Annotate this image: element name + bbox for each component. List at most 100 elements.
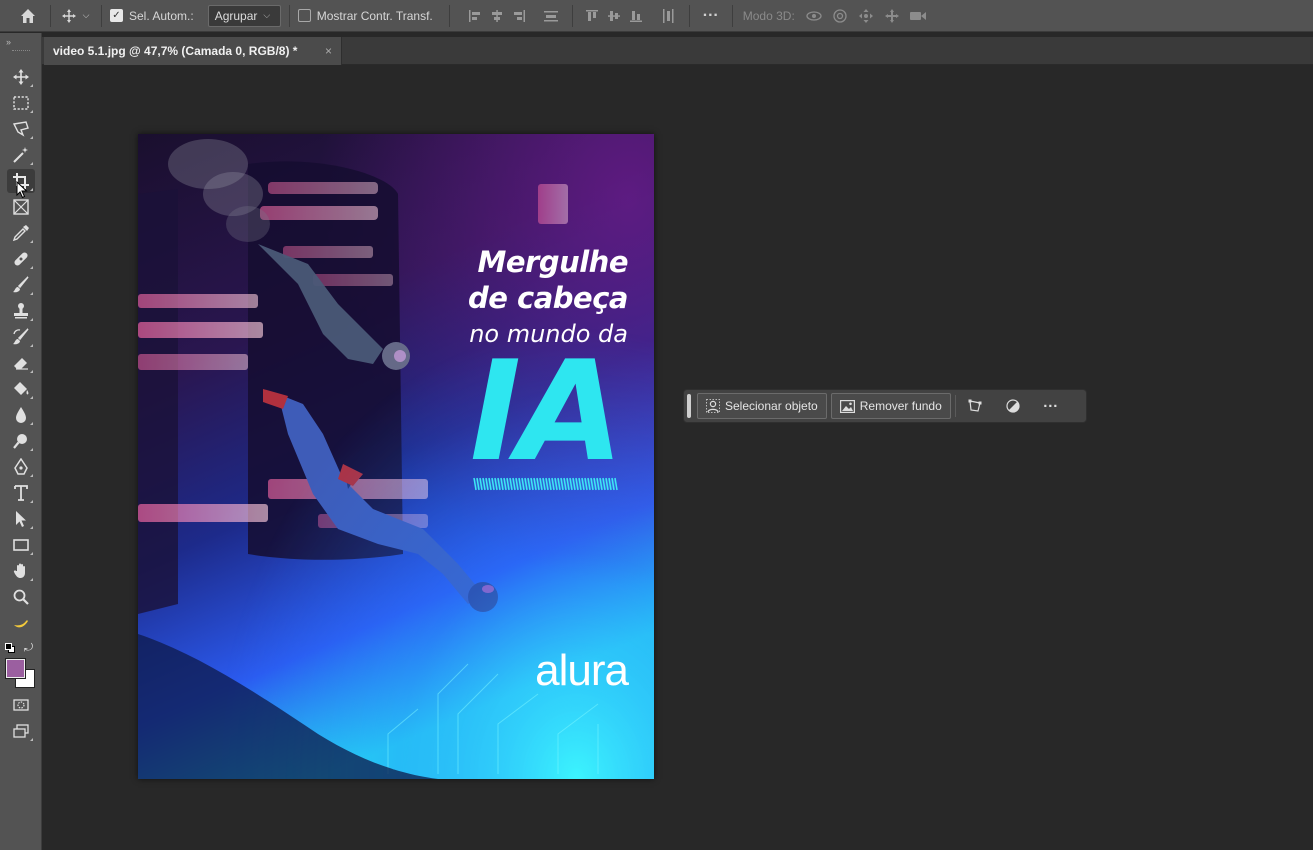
auto-select-dropdown[interactable]: Agrupar ⌵ [207, 4, 281, 27]
collapse-toolbox-icon[interactable]: ›› [6, 37, 11, 47]
drag-handle[interactable] [687, 394, 691, 418]
dodge-tool[interactable] [7, 429, 35, 453]
swap-colors-icon[interactable]: ⤾ [24, 642, 33, 655]
pen-tool[interactable] [7, 455, 35, 479]
default-colors-icon[interactable] [5, 643, 15, 653]
paint-bucket-icon [14, 382, 29, 395]
text-icon [14, 485, 28, 501]
document-tab-bar: video 5.1.jpg @ 47,7% (Camada 0, RGB/8) … [42, 37, 1313, 65]
magic-wand-icon [13, 147, 28, 163]
poster-headline-line-2: de cabeça [468, 281, 628, 315]
quick-mask-icon [13, 699, 29, 711]
distribute-horizontal-icon[interactable] [540, 2, 562, 30]
slide-3d-icon[interactable] [879, 2, 905, 30]
rectangle-tool[interactable] [7, 533, 35, 557]
frame-tool[interactable] [7, 195, 35, 219]
transform-button[interactable] [958, 393, 992, 419]
frame-icon [13, 199, 29, 215]
rect-marquee-icon [13, 96, 29, 110]
divider [448, 4, 450, 27]
contextual-task-bar: Selecionar objeto Remover fundo ··· [683, 389, 1087, 423]
toolbox-grip[interactable] [12, 50, 30, 53]
align-left-icon[interactable] [464, 2, 486, 30]
pen-icon [14, 458, 28, 475]
eyedropper-tool[interactable] [7, 221, 35, 245]
clone-stamp-tool[interactable] [7, 299, 35, 323]
half-circle-icon [1006, 399, 1020, 413]
select-object-button[interactable]: Selecionar objeto [697, 393, 827, 419]
remove-background-label: Remover fundo [859, 399, 942, 413]
history-brush-tool[interactable] [7, 325, 35, 349]
history-brush-icon [13, 328, 29, 345]
screen-mode-button[interactable] [7, 719, 35, 743]
auto-select-value: Agrupar [214, 8, 258, 23]
healing-brush-tool[interactable] [7, 247, 35, 271]
divider [101, 4, 102, 27]
toolbox: ›› ⤾ [0, 33, 42, 850]
arrow-select-icon [16, 511, 26, 527]
home-icon[interactable] [14, 2, 42, 30]
stamp-icon [14, 303, 28, 319]
pan-3d-icon[interactable] [853, 2, 879, 30]
show-transform-checkbox[interactable] [297, 9, 311, 22]
zoom-tool[interactable] [7, 585, 35, 609]
banana-icon [14, 620, 28, 628]
camera-3d-icon[interactable] [905, 2, 931, 30]
lasso-tool[interactable] [7, 117, 35, 141]
document-canvas[interactable]: Mergulhe de cabeça no mundo da IA alura [138, 134, 654, 779]
path-selection-tool[interactable] [7, 507, 35, 531]
align-right-icon[interactable] [508, 2, 530, 30]
rectangle-icon [13, 539, 29, 551]
polygon-lasso-icon [12, 121, 29, 137]
hand-icon [13, 563, 25, 578]
foreground-color-swatch[interactable] [5, 658, 26, 679]
screen-mode-icon [13, 724, 29, 738]
move-tool-icon[interactable] [59, 2, 79, 30]
magic-wand-tool[interactable] [7, 143, 35, 167]
brush-tool[interactable] [7, 273, 35, 297]
alura-logo: alura [535, 646, 629, 695]
more-options-icon[interactable]: ··· [698, 2, 724, 30]
eyedropper-icon [12, 225, 29, 242]
divider [688, 4, 690, 27]
roll-3d-icon[interactable] [827, 2, 853, 30]
divider [288, 4, 290, 27]
select-object-label: Selecionar objeto [725, 399, 818, 413]
person-select-icon [706, 399, 720, 413]
close-icon[interactable]: × [325, 44, 332, 58]
blur-tool[interactable] [7, 403, 35, 427]
align-center-icon[interactable] [486, 2, 508, 30]
divider [731, 4, 733, 27]
options-bar: ⌵ ✓ Sel. Autom.: Agrupar ⌵ Mostrar Contr… [0, 0, 1313, 32]
remove-background-button[interactable]: Remover fundo [830, 393, 951, 419]
adjustment-button[interactable] [996, 393, 1030, 419]
quick-mask-button[interactable] [7, 693, 35, 717]
distribute-vertical-icon[interactable] [657, 2, 679, 30]
divider [50, 4, 51, 27]
align-middle-icon[interactable] [603, 2, 625, 30]
auto-select-checkbox[interactable]: ✓ [110, 9, 123, 22]
chevron-down-icon[interactable]: ⌵ [79, 2, 93, 30]
document-tab[interactable]: video 5.1.jpg @ 47,7% (Camada 0, RGB/8) … [44, 37, 342, 65]
orbit-3d-icon[interactable] [801, 2, 827, 30]
show-transform-label: Mostrar Contr. Transf. [316, 8, 433, 23]
align-bottom-icon[interactable] [625, 2, 647, 30]
poster-ia-headline: IA [469, 331, 624, 492]
chevron-down-icon: ⌵ [263, 10, 271, 20]
eraser-tool[interactable] [7, 351, 35, 375]
paint-bucket-tool[interactable] [7, 377, 35, 401]
dodge-icon [13, 434, 27, 449]
eraser-icon [14, 358, 28, 370]
drop-icon [16, 407, 26, 423]
bandage-icon [14, 252, 28, 266]
move-tool[interactable] [7, 65, 35, 89]
banana-tool[interactable] [7, 611, 35, 635]
marquee-tool[interactable] [7, 91, 35, 115]
type-tool[interactable] [7, 481, 35, 505]
brush-icon [13, 276, 29, 293]
image-icon [839, 399, 855, 413]
hand-tool[interactable] [7, 559, 35, 583]
more-options-icon[interactable]: ··· [1034, 393, 1068, 419]
move-icon [13, 69, 29, 85]
align-top-icon[interactable] [581, 2, 603, 30]
